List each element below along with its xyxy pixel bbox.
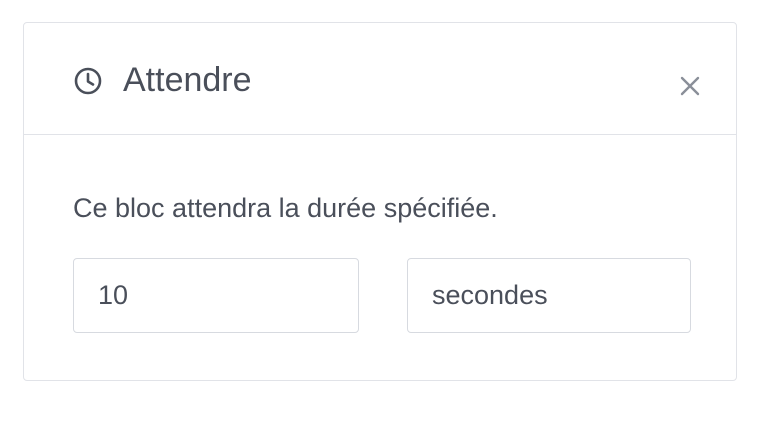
clock-icon [74,67,102,95]
dialog-header: Attendre [24,23,736,135]
wait-dialog: Attendre Ce bloc attendra la durée spéci… [23,22,737,381]
dialog-description: Ce bloc attendra la durée spécifiée. [73,193,498,223]
duration-input[interactable] [73,258,359,333]
close-icon[interactable] [676,72,704,100]
dialog-title: Attendre [123,61,252,99]
unit-select-value: secondes [432,280,548,310]
unit-select[interactable]: secondes [407,258,691,333]
